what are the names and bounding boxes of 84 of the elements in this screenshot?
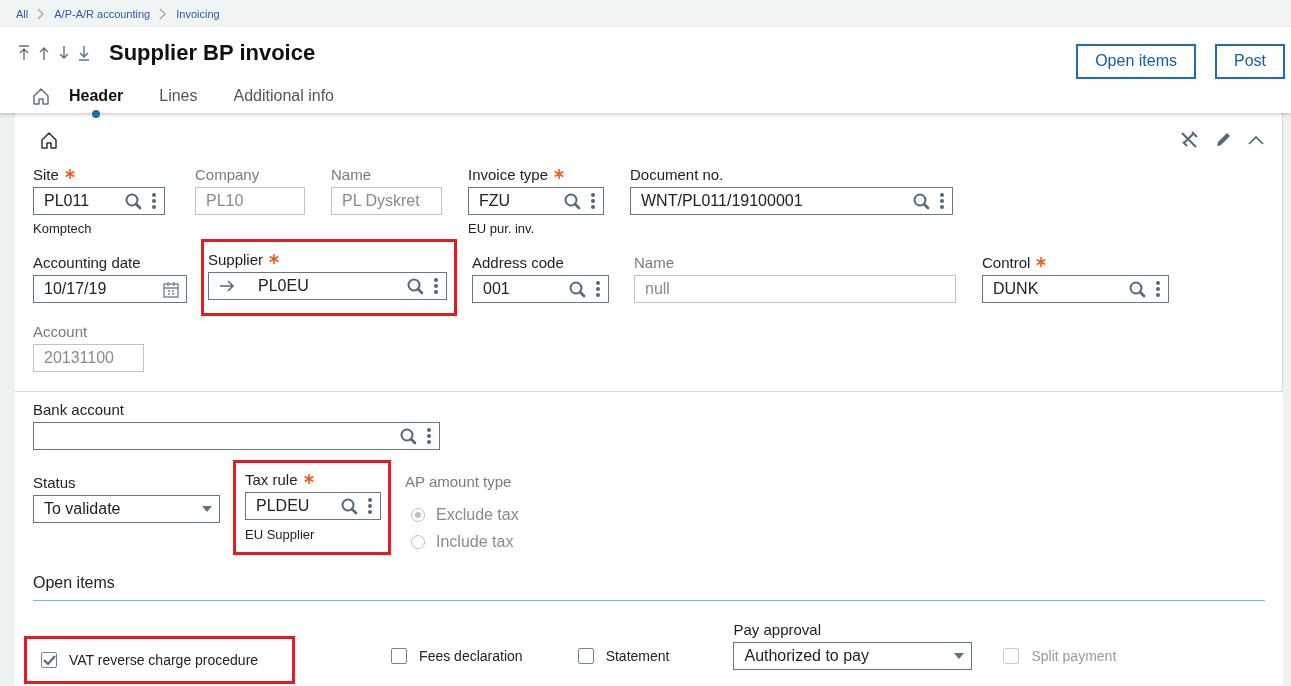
action-button[interactable]: Open items (1076, 43, 1196, 79)
last-record-icon[interactable] (78, 45, 90, 61)
field-label: Control (982, 253, 1031, 271)
field-label: Invoice type (468, 165, 549, 183)
caret-down-icon (202, 506, 212, 512)
tab[interactable]: Lines (159, 84, 198, 108)
more-options-icon[interactable] (433, 277, 439, 295)
search-icon[interactable] (407, 277, 424, 295)
field-label: Name (331, 165, 371, 183)
down-arrow-icon[interactable] (58, 45, 70, 61)
input-field[interactable]: WNT/PL011/19100001 (630, 187, 953, 215)
caret-down-icon (954, 653, 965, 659)
tools-icon[interactable] (1180, 131, 1198, 149)
field-label: Name (634, 253, 674, 271)
selected-dot (92, 110, 101, 118)
search-icon[interactable] (125, 192, 142, 210)
home-icon[interactable] (40, 131, 58, 149)
input-field: PL10 (195, 187, 305, 215)
checkbox-label: VAT reverse charge procedure (69, 652, 259, 668)
checkbox[interactable] (41, 652, 57, 668)
more-options-icon[interactable] (590, 192, 596, 210)
input-field[interactable]: 001 (472, 275, 609, 303)
field-label: Site (33, 165, 59, 183)
field-label: Pay approval (733, 620, 821, 638)
chevron-up-icon[interactable] (1248, 135, 1264, 145)
date-field[interactable]: 10/17/19 (33, 275, 187, 303)
field-label: AP amount type (405, 473, 513, 491)
field-label: Status (33, 473, 76, 491)
checkbox[interactable] (577, 648, 594, 664)
dropdown[interactable]: Authorized to pay (733, 642, 973, 670)
field-label: Supplier (208, 250, 264, 268)
search-icon[interactable] (341, 497, 358, 515)
pencil-icon[interactable] (1214, 131, 1232, 149)
input-field: null (634, 275, 956, 303)
more-options-icon[interactable] (1155, 280, 1161, 298)
checkbox-label: Split payment (1031, 648, 1117, 664)
search-icon[interactable] (913, 192, 930, 210)
field-label: Company (195, 165, 260, 183)
search-icon[interactable] (564, 192, 581, 210)
arrow-right-icon[interactable] (219, 280, 235, 292)
input-field[interactable] (33, 422, 440, 450)
input-field[interactable]: PLDEU (245, 492, 381, 520)
radio-label: Exclude tax (436, 505, 519, 524)
checkbox[interactable] (391, 648, 408, 664)
calendar-icon[interactable] (163, 280, 179, 298)
search-icon[interactable] (1129, 280, 1146, 298)
up-arrow-icon[interactable] (38, 45, 50, 61)
input-field[interactable]: FZU (468, 187, 604, 215)
search-icon[interactable] (569, 280, 586, 298)
field-label: Address code (472, 253, 564, 271)
check-icon (42, 654, 56, 666)
page-title: Supplier BP invoice (109, 40, 316, 66)
chevron-right-icon (159, 7, 168, 20)
chevron-right-icon (37, 7, 46, 20)
first-record-icon[interactable] (18, 45, 30, 61)
dropdown[interactable]: To validate (33, 495, 220, 523)
breadcrumb-link[interactable]: A/P-A/R accounting (54, 7, 151, 20)
radio-label: Include tax (436, 532, 514, 551)
more-options-icon[interactable] (939, 192, 945, 210)
field-label: Accounting date (33, 253, 141, 271)
breadcrumb-link[interactable]: Invoicing (176, 7, 220, 20)
tab[interactable]: Additional info (233, 84, 334, 108)
field-label: Document no. (630, 165, 724, 183)
checkbox-label: Statement (605, 648, 670, 664)
field-label: Tax rule (245, 470, 298, 488)
input-field: 20131100 (33, 344, 144, 372)
field-note: Komptech (33, 221, 93, 237)
more-options-icon[interactable] (367, 497, 373, 515)
input-field[interactable]: PL011 (33, 187, 165, 215)
input-field: PL Dyskret (331, 187, 442, 215)
action-button[interactable]: Post (1215, 43, 1285, 79)
search-icon[interactable] (400, 427, 417, 445)
field-label: Account (33, 322, 88, 340)
checkbox-label: Fees declaration (419, 648, 523, 664)
field-note: EU pur. inv. (468, 221, 536, 237)
breadcrumb-link[interactable]: All (16, 7, 29, 20)
more-options-icon[interactable] (151, 192, 157, 210)
field-note: EU Supplier (245, 527, 316, 543)
input-field[interactable]: PL0EU (208, 272, 447, 300)
field-label: Bank account (33, 400, 124, 418)
more-options-icon[interactable] (426, 427, 432, 445)
section-heading: Open items (33, 574, 1265, 601)
input-field[interactable]: DUNK (982, 275, 1169, 303)
more-options-icon[interactable] (595, 280, 601, 298)
